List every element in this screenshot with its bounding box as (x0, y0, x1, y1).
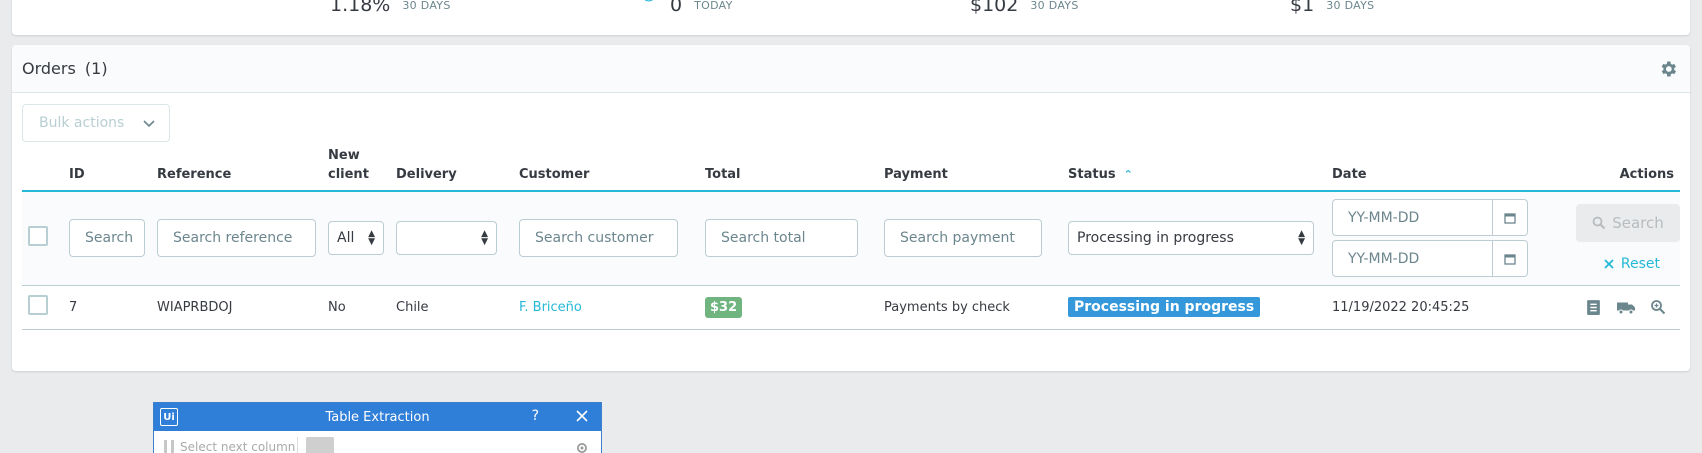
customer-filter-input[interactable]: Search customer (519, 219, 678, 258)
cell-id: 7 (69, 285, 157, 330)
kpi-value: 0 (670, 0, 683, 16)
cell-new-client: No (328, 285, 396, 330)
orders-count: (1) (84, 59, 108, 78)
row-actions (1540, 299, 1680, 316)
delivery-truck-icon[interactable] (1616, 299, 1636, 316)
table-header-row: ID Reference New client Delivery Custome… (22, 146, 1680, 192)
date-to-field[interactable]: YY-MM-DD (1332, 240, 1528, 278)
calendar-icon[interactable] (1492, 241, 1527, 277)
select-arrows-icon: ▲ ▼ (1298, 229, 1305, 248)
col-reference[interactable]: Reference (157, 146, 328, 192)
sort-ascending-icon[interactable]: ⌃ (1124, 168, 1133, 181)
delivery-select[interactable]: ▲ ▼ (396, 221, 497, 256)
chevron-down-icon (143, 120, 155, 128)
kpi-cart-value: ▬ $102 30 DAYS (940, 0, 1079, 16)
id-filter-input[interactable]: Search (69, 219, 145, 258)
col-date[interactable]: Date (1332, 146, 1540, 192)
kpi-conversion: ▬ 1.18% 30 DAYS (296, 0, 451, 16)
col-total[interactable]: Total (705, 146, 884, 192)
total-badge: $32 (705, 296, 743, 318)
cell-date: 11/19/2022 20:45:25 (1332, 285, 1540, 330)
row-checkbox[interactable] (28, 295, 48, 315)
gear-icon[interactable] (1658, 59, 1678, 79)
kpi-label: 30 DAYS (402, 0, 451, 12)
dialog-body-text: Select next column (180, 440, 296, 453)
col-payment[interactable]: Payment (884, 146, 1068, 192)
bulk-actions-label: Bulk actions (39, 115, 125, 131)
gear-icon[interactable] (575, 441, 589, 453)
filter-row: Search Search reference All ▲ ▼ ▲ ▼ Search … (22, 191, 1680, 286)
col-customer[interactable]: Customer (519, 146, 705, 192)
cell-delivery: Chile (396, 285, 519, 330)
reset-button-label: Reset (1620, 256, 1660, 273)
col-status-label: Status (1068, 167, 1116, 182)
invoice-icon[interactable] (1585, 299, 1602, 316)
col-status[interactable]: Status ⌃ (1068, 146, 1332, 192)
pause-icon[interactable] (164, 440, 174, 453)
help-icon[interactable]: ? (532, 408, 539, 424)
kpi-strip: ▬ 1.18% 30 DAYS ◔ 0 TODAY ▬ $102 30 DAYS… (12, 0, 1690, 35)
col-id[interactable]: ID (69, 146, 157, 192)
reset-button[interactable]: Reset (1540, 256, 1680, 272)
conversion-icon: ▬ (296, 0, 315, 4)
kpi-value: 1.18% (330, 0, 391, 16)
preview-thumbnail (306, 437, 334, 453)
bulk-actions-dropdown[interactable]: Bulk actions (22, 104, 170, 142)
total-filter-input[interactable]: Search total (705, 219, 858, 258)
kpi-value: $102 (970, 0, 1019, 16)
zoom-in-icon[interactable] (1650, 299, 1666, 315)
date-from-field[interactable]: YY-MM-DD (1332, 199, 1528, 237)
search-icon: ◔ (640, 0, 657, 4)
cell-reference: WIAPRBDOJ (157, 285, 328, 330)
col-delivery[interactable]: Delivery (396, 146, 519, 192)
select-arrows-icon: ▲ ▼ (368, 229, 375, 248)
panel-title: Orders (1) (22, 59, 108, 78)
orders-table: ID Reference New client Delivery Custome… (22, 146, 1680, 330)
close-icon (1604, 259, 1614, 269)
table-extraction-dialog: Ui Table Extraction ? Select next column (153, 402, 602, 453)
search-icon (1592, 216, 1606, 230)
status-select-value: Processing in progress (1077, 230, 1234, 247)
date-range-filter: YY-MM-DD YY-MM-DD (1332, 199, 1528, 278)
date-to-placeholder: YY-MM-DD (1348, 250, 1420, 267)
cart-value-icon: ▬ (940, 0, 959, 4)
reference-filter-input[interactable]: Search reference (157, 219, 316, 258)
kpi-net-profit: ▬ $1 30 DAYS (1262, 0, 1375, 16)
kpi-label: 30 DAYS (1326, 0, 1375, 12)
customer-link[interactable]: F. Briceño (519, 300, 582, 315)
date-from-placeholder: YY-MM-DD (1348, 209, 1420, 226)
status-select[interactable]: Processing in progress ▲ ▼ (1068, 221, 1314, 256)
close-icon[interactable] (575, 409, 589, 423)
select-arrows-icon: ▲ ▼ (481, 229, 488, 248)
table-row[interactable]: 7 WIAPRBDOJ No Chile F. Briceño $32 Paym… (22, 285, 1680, 330)
col-select (22, 146, 69, 192)
search-button-label: Search (1612, 214, 1664, 233)
col-actions: Actions (1540, 146, 1680, 192)
orders-panel: Orders (1) Bulk actions ID Reference New… (12, 45, 1690, 371)
calendar-icon[interactable] (1492, 200, 1527, 236)
kpi-value: $1 (1290, 0, 1315, 16)
panel-title-text: Orders (22, 59, 76, 78)
search-button[interactable]: Search (1576, 204, 1680, 243)
new-client-select[interactable]: All ▲ ▼ (328, 221, 384, 256)
kpi-label: TODAY (694, 0, 733, 12)
cell-payment: Payments by check (884, 285, 1068, 330)
panel-header: Orders (1) (12, 45, 1690, 93)
divider (297, 437, 298, 453)
kpi-label: 30 DAYS (1030, 0, 1079, 12)
payment-filter-input[interactable]: Search payment (884, 219, 1042, 258)
col-new-client[interactable]: New client (328, 146, 396, 192)
dialog-titlebar[interactable]: Ui Table Extraction ? (154, 403, 601, 431)
status-badge[interactable]: Processing in progress (1068, 297, 1261, 317)
dialog-body: Select next column (154, 431, 601, 453)
select-all-checkbox[interactable] (28, 226, 48, 247)
kpi-carts: ◔ 0 TODAY (640, 0, 733, 16)
new-client-select-value: All (337, 230, 355, 247)
profit-icon: ▬ (1262, 0, 1281, 4)
